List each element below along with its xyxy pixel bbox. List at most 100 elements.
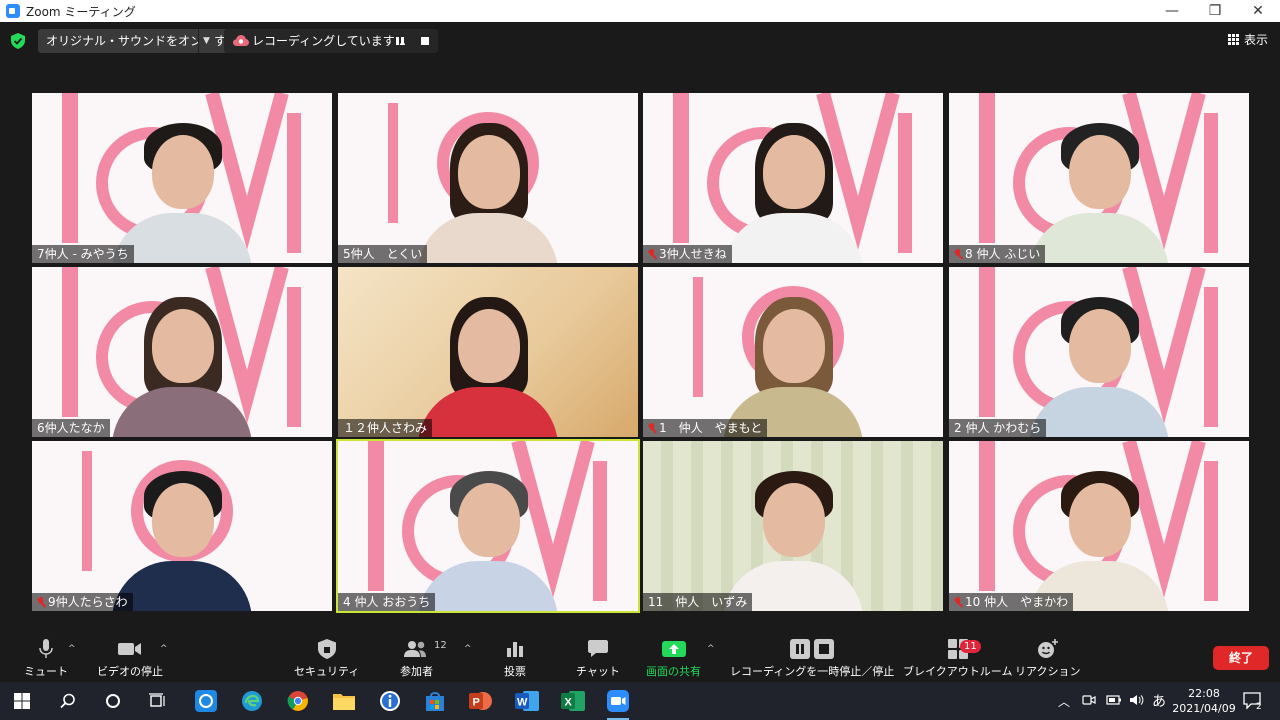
view-button[interactable]: 表示 [1227, 31, 1268, 48]
reactions-button[interactable]: リアクション [1015, 638, 1080, 679]
participant-figure [718, 287, 868, 437]
participant-name-label: 5仲人 とくい [338, 245, 428, 263]
video-tile[interactable]: 5仲人 とくい [338, 93, 638, 263]
participant-face [1069, 483, 1131, 557]
muted-mic-icon [648, 248, 656, 260]
participant-name: １２仲人さわみ [343, 421, 428, 435]
svg-text:W: W [517, 697, 528, 709]
close-button[interactable]: ✕ [1238, 0, 1278, 22]
end-meeting-button[interactable]: 終了 [1213, 646, 1269, 670]
battery-icon[interactable] [1106, 694, 1122, 709]
word-icon[interactable]: W [514, 688, 540, 714]
video-tile[interactable]: 8 仲人 ふじい [949, 93, 1249, 263]
participant-face [458, 309, 520, 383]
video-tile[interactable]: 1 仲人 やまもと [643, 267, 943, 437]
participant-body [112, 387, 252, 437]
participant-name: 9仲人たらさわ [48, 595, 128, 609]
share-screen-button[interactable]: 画面の共有 [646, 638, 701, 679]
task-view-icon[interactable] [145, 688, 171, 714]
pause-icon[interactable] [394, 35, 406, 47]
mute-options-chevron-icon[interactable]: ^ [68, 644, 76, 654]
letterform-shape [1204, 113, 1218, 253]
participant-face [1069, 135, 1131, 209]
notification-center-icon[interactable] [1240, 688, 1266, 714]
reactions-label: リアクション [1015, 665, 1081, 678]
participant-name: 10 仲人 やまかわ [965, 595, 1069, 609]
app-cliptool-icon[interactable] [193, 688, 219, 714]
minimize-button[interactable]: — [1152, 0, 1192, 22]
participants-options-chevron-icon[interactable]: ^ [464, 644, 472, 654]
windows-start-icon[interactable] [9, 688, 35, 714]
letterform-shape [368, 441, 384, 591]
grid-view-icon [1227, 34, 1239, 45]
letterform-shape [1204, 287, 1218, 427]
video-tile[interactable]: 10 仲人 やまかわ [949, 441, 1249, 611]
video-tile[interactable]: 11 仲人 いずみ [643, 441, 943, 611]
participant-figure [107, 113, 257, 263]
zoom-taskbar-icon[interactable] [605, 688, 631, 720]
video-tile[interactable]: 6仲人たなか [32, 267, 332, 437]
powerpoint-icon[interactable]: P [468, 688, 494, 714]
stop-icon[interactable] [421, 37, 429, 45]
participant-name-label: １２仲人さわみ [338, 419, 433, 437]
participant-name: 4 仲人 おおうち [343, 595, 431, 609]
search-icon[interactable] [55, 688, 81, 714]
video-tile[interactable]: 4 仲人 おおうち [336, 439, 640, 613]
participant-name: 3仲人せきね [659, 247, 727, 261]
share-options-chevron-icon[interactable]: ^ [707, 644, 715, 654]
security-button[interactable]: セキュリティ [294, 638, 359, 679]
participant-name: 5仲人 とくい [343, 247, 423, 261]
video-tile[interactable]: 2 仲人 かわむら [949, 267, 1249, 437]
video-tile[interactable]: 9仲人たらさわ [32, 441, 332, 611]
edge-browser-icon[interactable] [239, 688, 265, 714]
video-tile[interactable]: 7仲人 - みやうち [32, 93, 332, 263]
participant-name-label: 11 仲人 いずみ [643, 593, 753, 611]
breakout-rooms-button[interactable]: ブレイクアウトルーム [903, 638, 1012, 679]
polls-button[interactable]: 投票 [504, 638, 526, 679]
mute-button[interactable]: ミュート [24, 638, 68, 679]
share-screen-icon [661, 638, 686, 660]
smiley-plus-icon [1037, 638, 1059, 660]
chat-button[interactable]: チャット [576, 638, 620, 679]
video-options-chevron-icon[interactable]: ^ [160, 644, 168, 654]
original-sound-button[interactable]: オリジナル・サウンドをオンにする [38, 29, 247, 53]
participant-figure [1024, 461, 1174, 611]
letterform-shape [62, 93, 78, 243]
video-label: ビデオの停止 [97, 665, 163, 678]
participant-name: 8 仲人 ふじい [965, 247, 1041, 261]
video-camera-icon [118, 638, 142, 660]
participant-name-label: 3仲人せきね [643, 245, 732, 263]
participants-count: 12 [434, 640, 447, 651]
participant-figure [107, 287, 257, 437]
ime-indicator[interactable]: あ [1152, 691, 1166, 711]
participant-figure [718, 113, 868, 263]
participant-name: 2 仲人 かわむら [954, 421, 1042, 435]
chevron-down-icon[interactable]: ▼ [198, 29, 214, 53]
participants-button[interactable]: 参加者 [400, 638, 433, 679]
cortana-icon[interactable] [100, 688, 126, 714]
volume-icon[interactable] [1130, 694, 1144, 709]
chat-bubble-icon [587, 638, 608, 660]
participant-body [1029, 387, 1169, 437]
chevron-up-icon[interactable]: ︿ [1058, 693, 1070, 710]
stop-video-button[interactable]: ビデオの停止 [97, 638, 163, 679]
info-app-icon[interactable] [377, 688, 403, 714]
participant-figure [718, 461, 868, 611]
muted-mic-icon [954, 248, 962, 260]
participant-face [152, 135, 214, 209]
video-tile[interactable]: １２仲人さわみ [338, 267, 638, 437]
video-tile[interactable]: 3仲人せきね [643, 93, 943, 263]
participant-figure [413, 287, 563, 437]
store-app-icon[interactable] [422, 688, 448, 714]
breakout-label: ブレイクアウトルーム [903, 665, 1013, 678]
excel-icon[interactable]: X [560, 688, 586, 714]
taskbar-clock[interactable]: 22:08 2021/04/09 [1172, 686, 1236, 716]
letterform-shape [898, 113, 912, 253]
participant-body [418, 561, 558, 611]
maximize-button[interactable]: ❐ [1195, 0, 1235, 22]
recording-control-button[interactable]: レコーディングを一時停止／停止 [730, 638, 894, 679]
shield-icon[interactable] [11, 33, 25, 49]
file-explorer-icon[interactable] [331, 688, 357, 714]
meet-now-icon[interactable] [1082, 693, 1096, 710]
chrome-browser-icon[interactable] [285, 688, 311, 714]
